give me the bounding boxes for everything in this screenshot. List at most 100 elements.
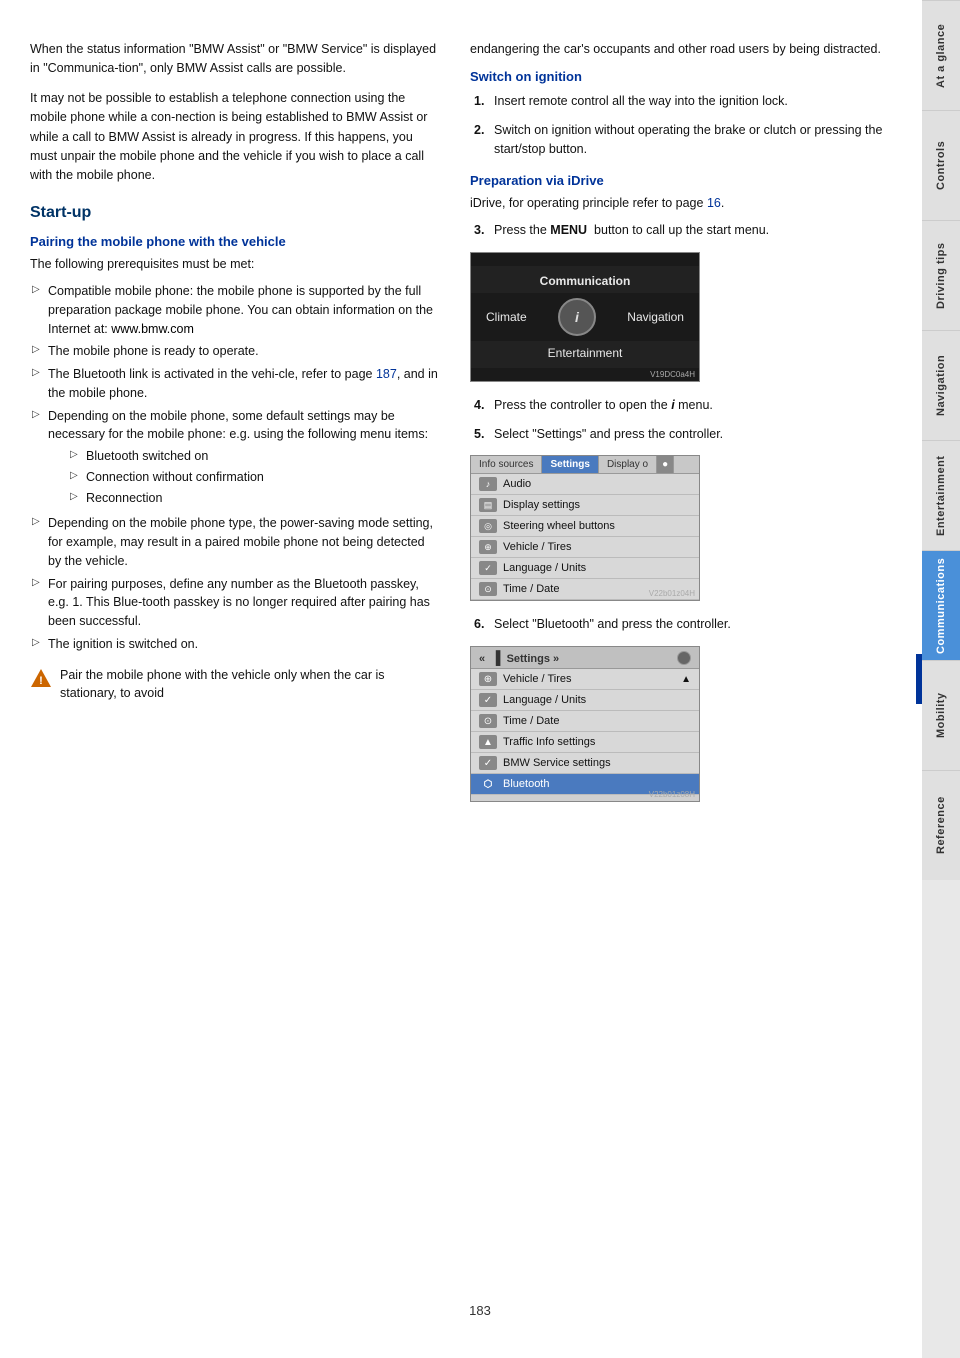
screen-middle-row: Climate i Navigation [471, 293, 699, 341]
list-item: Reconnection [68, 488, 440, 509]
image-watermark-2: V22b01z04H [649, 589, 695, 598]
warning-icon: ! [30, 668, 52, 688]
svg-text:!: ! [39, 675, 43, 687]
i-menu-label: i [671, 398, 674, 412]
sidebar-tab-communications[interactable]: Communications [922, 550, 960, 660]
settings-screen: Info sources Settings Display o ● ♪ Audi… [470, 455, 700, 601]
list-item: Depending on the mobile phone, some defa… [30, 405, 440, 513]
list-item: Connection without confirmation [68, 467, 440, 488]
sidebar: At a glance Controls Driving tips Naviga… [922, 0, 960, 1358]
screen-bottom-label: Entertainment [471, 341, 699, 368]
sidebar-tab-at-a-glance[interactable]: At a glance [922, 0, 960, 110]
language-icon: ✓ [479, 561, 497, 575]
step-item: 1. Insert remote control all the way int… [470, 90, 902, 115]
left-column: When the status information "BMW Assist"… [0, 40, 460, 1318]
sidebar-tab-navigation[interactable]: Navigation [922, 330, 960, 440]
step-number: 4. [474, 396, 484, 415]
bt-item-language: ✓ Language / Units [471, 690, 699, 711]
settings-item-vehicle: ⊕ Vehicle / Tires [471, 537, 699, 558]
tab-display: Display o [599, 456, 657, 473]
bt-screen-title: « ▐ Settings » [479, 650, 559, 665]
traffic-icon: ▲ [479, 735, 497, 749]
list-item: The ignition is switched on. [30, 633, 440, 656]
sidebar-tab-driving-tips[interactable]: Driving tips [922, 220, 960, 330]
sidebar-tab-reference[interactable]: Reference [922, 770, 960, 880]
settings-item-steering: ◎ Steering wheel buttons [471, 516, 699, 537]
menu-label: Traffic Info settings [503, 736, 595, 748]
menu-label: Vehicle / Tires [503, 541, 571, 553]
screen-right-label: Navigation [627, 310, 684, 324]
sidebar-tab-controls[interactable]: Controls [922, 110, 960, 220]
image-watermark: V19DC0a4H [650, 370, 695, 379]
vehicle-tires-icon: ⊕ [479, 672, 497, 686]
menu-label: Display settings [503, 499, 580, 511]
sub-heading-switch-on-ignition: Switch on ignition [470, 69, 902, 84]
ignition-steps: 1. Insert remote control all the way int… [470, 90, 902, 162]
steps-4-5: 4. Press the controller to open the i me… [470, 394, 902, 448]
screen-top-label: Communication [471, 266, 699, 293]
menu-label: Time / Date [503, 715, 559, 727]
bmw-service-icon: ✓ [479, 756, 497, 770]
menu-label: Steering wheel buttons [503, 520, 615, 532]
intro-para-1: When the status information "BMW Assist"… [30, 40, 440, 79]
step-item: 2. Switch on ignition without operating … [470, 119, 902, 163]
audio-icon: ♪ [479, 477, 497, 491]
menu-label: BMW Service settings [503, 757, 611, 769]
settings-tab-row: Info sources Settings Display o ● [471, 456, 699, 474]
menu-label: Vehicle / Tires [503, 673, 571, 685]
screen-center-circle: i [558, 298, 596, 336]
bluetooth-icon: ⬡ [479, 777, 497, 791]
list-item: Bluetooth switched on [68, 446, 440, 467]
idrive-screen: Communication Climate i Navigation Enter… [470, 252, 700, 382]
tab-settings: Settings [542, 456, 598, 473]
display-icon: ▤ [479, 498, 497, 512]
sidebar-tab-entertainment[interactable]: Entertainment [922, 440, 960, 550]
warning-continuation: endangering the car's occupants and othe… [470, 40, 902, 59]
bt-item-vehicle: ⊕ Vehicle / Tires ▲ [471, 669, 699, 690]
menu-label: Bluetooth [503, 778, 549, 790]
section-heading-startup: Start-up [30, 204, 440, 222]
step-number: 3. [474, 221, 484, 240]
step-6: 6. Select "Bluetooth" and press the cont… [470, 613, 902, 638]
list-item: The mobile phone is ready to operate. [30, 340, 440, 363]
page-link-16: 16 [707, 196, 721, 210]
menu-label: Language / Units [503, 562, 586, 574]
bt-item-bmw-service: ✓ BMW Service settings [471, 753, 699, 774]
settings-item-display: ▤ Display settings [471, 495, 699, 516]
tab-dot: ● [657, 456, 674, 473]
step-number: 2. [474, 121, 484, 140]
settings-item-audio: ♪ Audio [471, 474, 699, 495]
bt-item-traffic: ▲ Traffic Info settings [471, 732, 699, 753]
intro-para-2: It may not be possible to establish a te… [30, 89, 440, 186]
vehicle-icon: ⊕ [479, 540, 497, 554]
language-units-icon: ✓ [479, 693, 497, 707]
page-link-187: 187 [376, 367, 397, 381]
time-icon: ⊙ [479, 582, 497, 596]
warning-box: ! Pair the mobile phone with the vehicle… [30, 662, 440, 708]
scroll-arrow: ▲ [681, 674, 691, 685]
website-link: www.bmw.com [111, 322, 194, 336]
list-item: Depending on the mobile phone type, the … [30, 512, 440, 572]
bt-item-time: ⊙ Time / Date [471, 711, 699, 732]
step-number: 6. [474, 615, 484, 634]
sub-heading-preparation: Preparation via iDrive [470, 173, 902, 188]
page-indicator [916, 654, 922, 704]
sub-heading-pairing: Pairing the mobile phone with the vehicl… [30, 234, 440, 249]
step-number: 1. [474, 92, 484, 111]
screen-left-label: Climate [486, 310, 527, 324]
image-watermark-3: V22b01z08H [649, 790, 695, 799]
menu-label: Audio [503, 478, 531, 490]
time-date-icon: ⊙ [479, 714, 497, 728]
right-column: endangering the car's occupants and othe… [460, 40, 922, 1318]
tab-info-sources: Info sources [471, 456, 542, 473]
step-item: 3. Press the MENU button to call up the … [470, 219, 902, 244]
bt-header: « ▐ Settings » [471, 647, 699, 669]
menu-label: Time / Date [503, 583, 559, 595]
step-item: 4. Press the controller to open the i me… [470, 394, 902, 419]
list-item: Compatible mobile phone: the mobile phon… [30, 280, 440, 340]
steering-icon: ◎ [479, 519, 497, 533]
settings-item-language: ✓ Language / Units [471, 558, 699, 579]
sidebar-tab-mobility[interactable]: Mobility [922, 660, 960, 770]
step-item: 6. Select "Bluetooth" and press the cont… [470, 613, 902, 638]
step-item: 5. Select "Settings" and press the contr… [470, 423, 902, 448]
